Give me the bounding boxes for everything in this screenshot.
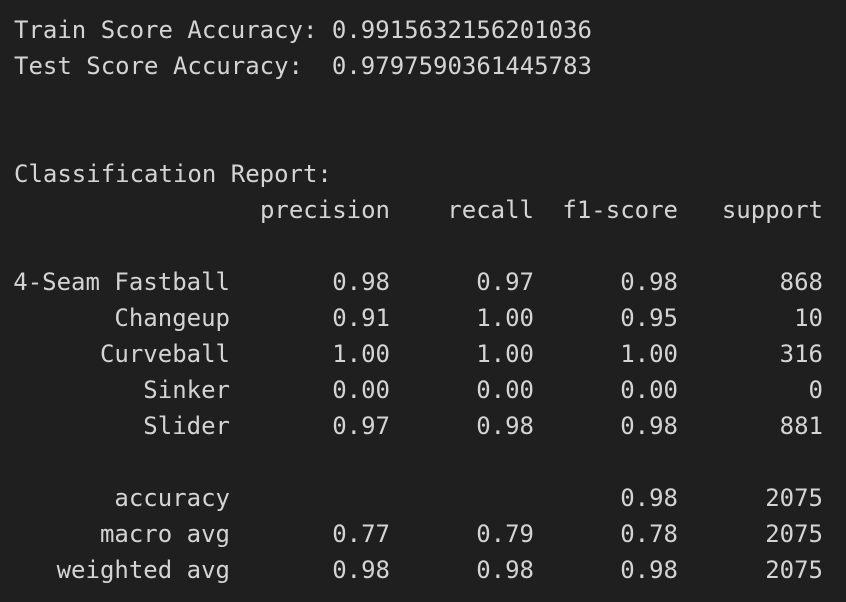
summary-row: weighted avg 0.98 0.98 0.98 2075 xyxy=(0,555,846,585)
row-label: Curveball xyxy=(99,340,230,368)
row-label: Changeup xyxy=(114,304,230,332)
f1-score-cell: 0.98 xyxy=(620,484,678,512)
f1-score-cell: 0.95 xyxy=(620,304,678,332)
train-score-label: Train Score Accuracy: xyxy=(14,16,318,44)
recall-cell: 0.98 xyxy=(476,412,534,440)
row-label: 4-Seam Fastball xyxy=(13,268,230,296)
class-row: Changeup 0.91 1.00 0.95 10 xyxy=(0,303,846,333)
row-label: accuracy xyxy=(114,484,230,512)
recall-cell xyxy=(390,483,534,513)
precision-cell xyxy=(230,483,390,513)
support-cell: 2075 xyxy=(765,556,823,584)
class-row: Curveball 1.00 1.00 1.00 316 xyxy=(0,339,846,369)
precision-cell: 0.98 xyxy=(332,268,390,296)
precision-cell: 0.97 xyxy=(332,412,390,440)
header-f1-score: f1-score xyxy=(562,196,678,224)
precision-cell: 0.77 xyxy=(332,520,390,548)
train-score-value: 0.9915632156201036 xyxy=(331,16,592,44)
support-cell: 2075 xyxy=(765,520,823,548)
precision-cell: 0.00 xyxy=(332,376,390,404)
report-title: Classification Report: xyxy=(14,160,332,188)
test-score-value: 0.9797590361445783 xyxy=(331,52,592,80)
header-recall: recall xyxy=(447,196,534,224)
precision-cell: 0.91 xyxy=(332,304,390,332)
class-row: 4-Seam Fastball 0.98 0.97 0.98 868 xyxy=(0,267,846,297)
f1-score-cell: 0.98 xyxy=(620,412,678,440)
console-output: Train Score Accuracy: 0.9915632156201036… xyxy=(0,0,846,602)
recall-cell: 1.00 xyxy=(476,304,534,332)
test-score-line: Test Score Accuracy: 0.9797590361445783 xyxy=(14,51,592,81)
header-precision: precision xyxy=(259,196,390,224)
f1-score-cell: 0.98 xyxy=(620,556,678,584)
f1-score-cell: 0.98 xyxy=(620,268,678,296)
f1-score-cell: 1.00 xyxy=(620,340,678,368)
precision-cell: 0.98 xyxy=(332,556,390,584)
row-label: weighted avg xyxy=(56,556,230,584)
summary-row: macro avg 0.77 0.79 0.78 2075 xyxy=(0,519,846,549)
support-cell: 0 xyxy=(808,376,823,404)
recall-cell: 0.79 xyxy=(476,520,534,548)
recall-cell: 0.00 xyxy=(476,376,534,404)
support-cell: 10 xyxy=(794,304,823,332)
recall-cell: 0.97 xyxy=(476,268,534,296)
support-cell: 868 xyxy=(779,268,823,296)
row-label: Sinker xyxy=(143,376,230,404)
support-cell: 2075 xyxy=(765,484,823,512)
f1-score-cell: 0.00 xyxy=(620,376,678,404)
support-cell: 881 xyxy=(779,412,823,440)
class-row: Sinker 0.00 0.00 0.00 0 xyxy=(0,375,846,405)
row-label: Slider xyxy=(143,412,230,440)
row-label: macro avg xyxy=(99,520,230,548)
f1-score-cell: 0.78 xyxy=(620,520,678,548)
recall-cell: 0.98 xyxy=(476,556,534,584)
recall-cell: 1.00 xyxy=(476,340,534,368)
support-cell: 316 xyxy=(779,340,823,368)
header-support: support xyxy=(721,196,823,224)
precision-cell: 1.00 xyxy=(332,340,390,368)
summary-row: accuracy 0.98 2075 xyxy=(0,483,846,513)
class-row: Slider 0.97 0.98 0.98 881 xyxy=(0,411,846,441)
test-score-label: Test Score Accuracy: xyxy=(14,52,303,80)
report-header-row: precision recall f1-score support xyxy=(0,195,846,225)
train-score-line: Train Score Accuracy: 0.9915632156201036 xyxy=(14,15,592,45)
